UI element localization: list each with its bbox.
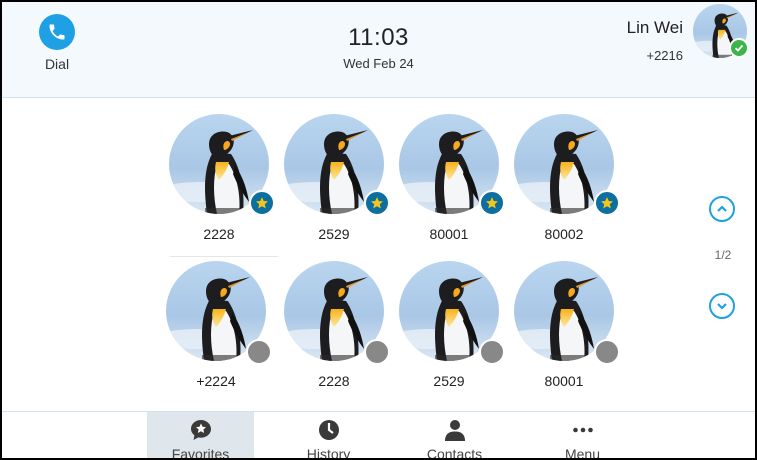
chevron-up-icon	[717, 205, 727, 212]
favorite-contact[interactable]: 2529	[397, 261, 505, 389]
offline-status-dot	[479, 339, 505, 365]
nav-label: Contacts	[426, 446, 483, 460]
favorite-contact[interactable]: 2228	[167, 114, 275, 242]
account-avatar	[693, 4, 749, 58]
tab-contacts[interactable]: Contacts	[401, 412, 508, 460]
status-header: Dial 11:03 Wed Feb 24 Lin Wei +2216	[2, 2, 755, 98]
contact-label: 2228	[318, 373, 350, 389]
favorite-contact[interactable]: 80001	[512, 261, 620, 389]
account-text: Lin Wei +2216	[627, 18, 683, 63]
offline-status-dot	[364, 339, 390, 365]
nav-label: History	[306, 446, 351, 460]
star-icon	[479, 190, 505, 216]
account-number: +2216	[646, 48, 683, 63]
phone-screen: Dial 11:03 Wed Feb 24 Lin Wei +2216 2228…	[0, 0, 757, 460]
chevron-down-icon	[717, 303, 727, 310]
nav-label: Favorites	[171, 446, 230, 460]
dial-label: Dial	[44, 56, 70, 72]
favorite-contact[interactable]: 2228	[282, 261, 390, 389]
page-down-button[interactable]	[709, 293, 735, 319]
tab-favorites[interactable]: Favorites	[147, 412, 254, 460]
tab-history[interactable]: History	[275, 412, 382, 460]
favorite-contact[interactable]: 80002	[512, 114, 620, 242]
contact-label: 2228	[203, 226, 235, 242]
favorite-contact[interactable]: 80001	[397, 114, 505, 242]
bottom-nav: Favorites History Contacts Menu	[2, 411, 755, 460]
page-indicator: 1/2	[714, 248, 732, 262]
contact-label: 80001	[544, 373, 584, 389]
favorites-grid: 2228 2529 80001 80002 +2224 2228 2529 80…	[2, 98, 755, 411]
clock-icon	[318, 420, 339, 440]
favorites-star-bubble-icon	[190, 420, 211, 440]
person-icon	[444, 420, 465, 441]
star-icon	[594, 190, 620, 216]
row-divider	[170, 256, 278, 257]
star-icon	[249, 190, 275, 216]
favorite-contact[interactable]: 2529	[282, 114, 390, 242]
more-dots-icon	[572, 427, 593, 433]
offline-status-dot	[246, 339, 272, 365]
contact-label: 2529	[318, 226, 350, 242]
contact-label: 2529	[433, 373, 465, 389]
contact-label: +2224	[196, 373, 236, 389]
account-info[interactable]: Lin Wei +2216	[627, 4, 749, 63]
phone-icon	[39, 14, 75, 50]
offline-status-dot	[594, 339, 620, 365]
contact-label: 80001	[429, 226, 469, 242]
account-name: Lin Wei	[626, 18, 683, 37]
favorite-contact[interactable]: +2224	[164, 261, 272, 389]
page-up-button[interactable]	[709, 196, 735, 222]
dial-button[interactable]: Dial	[22, 14, 92, 72]
pager: 1/2	[707, 98, 747, 411]
tab-menu[interactable]: Menu	[529, 412, 636, 460]
online-check-icon	[729, 38, 749, 58]
contact-label: 80002	[544, 226, 584, 242]
star-icon	[364, 190, 390, 216]
nav-label: Menu	[564, 446, 601, 460]
